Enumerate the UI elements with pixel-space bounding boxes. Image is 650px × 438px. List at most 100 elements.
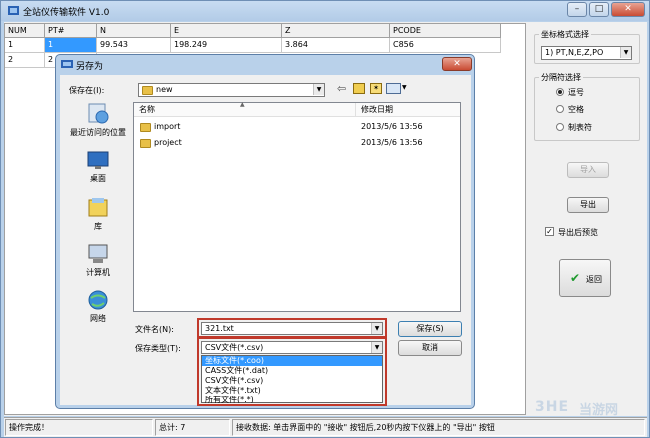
place-recent[interactable]: 最近访问的位置: [66, 103, 130, 138]
status-hint: 接收数据: 单击界面中的 "接收" 按钮后,20秒内按下仪器上的 "导出" 按钮: [232, 419, 645, 436]
dialog-icon: [61, 60, 73, 68]
list-item[interactable]: import 2013/5/6 13:56: [134, 121, 454, 135]
list-item[interactable]: project 2013/5/6 13:56: [134, 137, 454, 151]
table-cell[interactable]: 99.543: [97, 38, 171, 53]
table-cell[interactable]: 198.249: [171, 38, 282, 53]
dropdown-option[interactable]: 坐标文件(*.coo): [202, 356, 382, 366]
radio-tab-label: 制表符: [568, 123, 592, 132]
radio-comma[interactable]: [556, 88, 564, 96]
status-message: 操作完成！: [5, 419, 153, 436]
column-header-n[interactable]: N: [97, 24, 171, 38]
preview-label: 导出后预览: [558, 228, 598, 237]
place-desktop-label: 桌面: [90, 174, 106, 183]
dialog-close-button[interactable]: ✕: [442, 57, 472, 71]
dialog-title: 另存为: [76, 62, 104, 72]
sort-ascending-icon: ▲: [240, 101, 245, 108]
up-folder-icon[interactable]: [353, 83, 365, 94]
save-as-dialog: 另存为 ✕ 保存在(I): new ▼ ⇦ ✶ ▼ 最近访问的位置 桌面 库 计…: [55, 54, 475, 409]
minimize-button[interactable]: –: [567, 2, 587, 17]
desktop-icon: [87, 151, 109, 169]
table-cell[interactable]: C856: [390, 38, 501, 53]
column-header-e[interactable]: E: [171, 24, 282, 38]
place-library-label: 库: [94, 222, 102, 231]
title-bar[interactable]: 全站仪传输软件 V1.0 – □ ✕: [1, 1, 649, 21]
coord-format-value: 1) PT,N,E,Z,PO: [545, 48, 604, 57]
column-header-pcode[interactable]: PCODE: [390, 24, 501, 38]
dropdown-option[interactable]: 所有文件(*.*): [202, 396, 382, 403]
save-in-value: new: [156, 85, 173, 94]
save-in-label: 保存在(I):: [69, 86, 105, 95]
new-folder-icon[interactable]: ✶: [370, 83, 382, 94]
window-title: 全站仪传输软件 V1.0: [23, 8, 110, 18]
back-button[interactable]: ✔ 返回: [559, 259, 611, 297]
place-network[interactable]: 网络: [66, 289, 130, 324]
folder-icon: [140, 123, 151, 132]
file-name: import: [154, 122, 181, 131]
watermark-brand: 3HE: [535, 399, 570, 415]
place-computer-label: 计算机: [86, 268, 110, 277]
filetype-select[interactable]: CSV文件(*.csv) ▼: [201, 341, 383, 354]
filename-value: 321.txt: [205, 324, 234, 333]
view-menu-chevron-icon[interactable]: ▼: [402, 84, 407, 91]
maximize-button[interactable]: □: [589, 2, 609, 17]
back-arrow-icon[interactable]: ⇦: [337, 82, 346, 95]
dropdown-option[interactable]: CASS文件(*.dat): [202, 366, 382, 376]
file-date: 2013/5/6 13:56: [361, 122, 423, 131]
filetype-value: CSV文件(*.csv): [205, 343, 264, 352]
place-computer[interactable]: 计算机: [66, 243, 130, 278]
file-date: 2013/5/6 13:56: [361, 138, 423, 147]
chevron-down-icon[interactable]: ▼: [371, 342, 382, 353]
radio-comma-label: 逗号: [568, 88, 584, 97]
filetype-dropdown-list[interactable]: 坐标文件(*.coo) CASS文件(*.dat) CSV文件(*.csv) 文…: [201, 355, 383, 403]
computer-icon: [88, 244, 108, 263]
watermark-text: 当游网: [579, 403, 619, 418]
chevron-down-icon[interactable]: ▼: [620, 47, 631, 58]
coord-format-select[interactable]: 1) PT,N,E,Z,PO ▼: [541, 46, 632, 60]
radio-tab[interactable]: [556, 123, 564, 131]
check-icon: ✔: [570, 271, 581, 285]
table-cell[interactable]: 3.864: [282, 38, 390, 53]
folder-icon: [140, 139, 151, 148]
radio-space[interactable]: [556, 105, 564, 113]
radio-space-label: 空格: [568, 105, 584, 114]
column-header-z[interactable]: Z: [282, 24, 390, 38]
library-icon: [88, 198, 108, 217]
folder-icon: [142, 86, 153, 95]
filename-input[interactable]: 321.txt ▼: [201, 322, 383, 335]
recent-places-icon: [88, 103, 109, 124]
place-library[interactable]: 库: [66, 197, 130, 232]
filetype-label: 保存类型(T):: [135, 344, 181, 353]
place-recent-label: 最近访问的位置: [70, 128, 126, 137]
filename-label: 文件名(N):: [135, 325, 174, 334]
preview-checkbox[interactable]: ✓: [545, 227, 554, 236]
table-cell-selected[interactable]: 1: [45, 38, 97, 53]
back-button-label: 返回: [586, 275, 602, 284]
place-desktop[interactable]: 桌面: [66, 151, 130, 184]
place-network-label: 网络: [90, 314, 106, 323]
save-in-select[interactable]: new ▼: [138, 83, 325, 97]
cancel-button[interactable]: 取消: [398, 340, 462, 356]
column-header-pt[interactable]: PT#: [45, 24, 97, 38]
status-bar: 操作完成！ 总计: 7 接收数据: 单击界面中的 "接收" 按钮后,20秒内按下…: [4, 417, 647, 437]
dropdown-option[interactable]: 文本文件(*.txt): [202, 386, 382, 396]
network-icon: [88, 290, 108, 310]
view-menu-icon[interactable]: [386, 83, 401, 94]
save-button[interactable]: 保存(S): [398, 321, 462, 337]
file-name: project: [154, 138, 182, 147]
chevron-down-icon[interactable]: ▼: [371, 323, 382, 334]
dropdown-option[interactable]: CSV文件(*.csv): [202, 376, 382, 386]
column-header-num[interactable]: NUM: [5, 24, 45, 38]
main-window: 全站仪传输软件 V1.0 – □ ✕ NUM PT# N E Z PCODE 1…: [0, 0, 650, 438]
close-button[interactable]: ✕: [611, 2, 645, 17]
column-header-date[interactable]: 修改日期: [356, 103, 460, 117]
status-total: 总计: 7: [155, 419, 230, 436]
chevron-down-icon[interactable]: ▼: [313, 84, 324, 95]
file-list[interactable]: 名称 修改日期 ▲ import 2013/5/6 13:56 project …: [133, 101, 461, 312]
coord-format-label: 坐标格式选择: [539, 29, 591, 40]
column-header-name[interactable]: 名称: [134, 103, 356, 117]
separator-label: 分隔符选择: [539, 72, 583, 83]
table-cell[interactable]: 1: [5, 38, 45, 53]
import-button[interactable]: 导入: [567, 162, 609, 178]
table-cell[interactable]: 2: [5, 53, 45, 68]
export-button[interactable]: 导出: [567, 197, 609, 213]
